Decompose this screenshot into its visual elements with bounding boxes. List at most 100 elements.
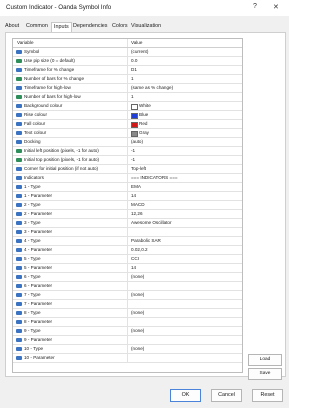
table-row[interactable]: 8 - Parameter: [13, 318, 242, 327]
value-cell[interactable]: (auto): [129, 138, 241, 146]
table-row[interactable]: Number of bars for high-low 1: [13, 93, 242, 102]
table-row[interactable]: 8 - Type (none): [13, 309, 242, 318]
table-row[interactable]: 3 - Parameter: [13, 228, 242, 237]
color-swatch[interactable]: [131, 113, 138, 119]
value-cell[interactable]: [129, 228, 241, 236]
table-row[interactable]: Rise colour Blue: [13, 111, 242, 120]
value-cell[interactable]: === INDICATORS ===: [129, 174, 241, 182]
value-cell[interactable]: Blue: [129, 111, 241, 119]
table-row[interactable]: Indicators === INDICATORS ===: [13, 174, 242, 183]
number-icon: [16, 77, 22, 81]
value-cell[interactable]: 0.0: [129, 57, 241, 65]
abc-icon: [16, 329, 22, 333]
variable-label: Docking: [24, 139, 41, 144]
value-text: White: [139, 103, 151, 108]
value-cell[interactable]: [129, 282, 241, 290]
value-cell[interactable]: [129, 318, 241, 326]
value-cell[interactable]: CCI: [129, 255, 241, 263]
value-text: Parabolic SAR: [131, 238, 161, 243]
color-swatch[interactable]: [131, 104, 138, 110]
value-cell[interactable]: -1: [129, 147, 241, 155]
table-row[interactable]: Corner for initial position (if not auto…: [13, 165, 242, 174]
value-cell[interactable]: (same as % change): [129, 84, 241, 92]
table-row[interactable]: 6 - Parameter: [13, 282, 242, 291]
cancel-button[interactable]: Cancel: [211, 389, 242, 402]
value-cell[interactable]: 14: [129, 192, 241, 200]
value-cell[interactable]: White: [129, 102, 241, 110]
close-button[interactable]: ✕: [273, 3, 279, 11]
table-row[interactable]: 1 - Type EMA: [13, 183, 242, 192]
table-row[interactable]: 10 - Type (none): [13, 345, 242, 354]
table-row[interactable]: Background colour White: [13, 102, 242, 111]
value-cell[interactable]: 12,26: [129, 210, 241, 218]
table-row[interactable]: Initial top position (pixels, -1 for aut…: [13, 156, 242, 165]
table-row[interactable]: Number of bars for % change 1: [13, 75, 242, 84]
table-row[interactable]: Initial left position (pixels, -1 for au…: [13, 147, 242, 156]
value-cell[interactable]: Awesome Oscillator: [129, 219, 241, 227]
table-row[interactable]: Fall colour Red: [13, 120, 242, 129]
table-row[interactable]: 7 - Type (none): [13, 291, 242, 300]
table-row[interactable]: 1 - Parameter 14: [13, 192, 242, 201]
value-cell[interactable]: (none): [129, 291, 241, 299]
table-row[interactable]: Docking (auto): [13, 138, 242, 147]
tab-visualization[interactable]: Visualization: [131, 23, 161, 29]
table-row[interactable]: Symbol (current): [13, 48, 242, 57]
load-button[interactable]: Load: [248, 354, 282, 366]
tab-dependencies[interactable]: Dependencies: [73, 23, 107, 29]
value-cell[interactable]: (current): [129, 48, 241, 56]
value-cell[interactable]: Parabolic SAR: [129, 237, 241, 245]
table-row[interactable]: 3 - Type Awesome Oscillator: [13, 219, 242, 228]
table-row[interactable]: 2 - Type MACD: [13, 201, 242, 210]
table-row[interactable]: 10 - Parameter: [13, 354, 242, 363]
value-cell[interactable]: [129, 354, 241, 362]
value-cell[interactable]: (none): [129, 273, 241, 281]
value-cell[interactable]: Red: [129, 120, 241, 128]
value-cell[interactable]: -1: [129, 156, 241, 164]
save-button[interactable]: Save: [248, 368, 282, 380]
color-swatch[interactable]: [131, 122, 138, 128]
variable-label: 8 - Type: [24, 310, 41, 315]
table-row[interactable]: 9 - Parameter: [13, 336, 242, 345]
value-cell[interactable]: 1: [129, 75, 241, 83]
value-cell[interactable]: EMA: [129, 183, 241, 191]
value-cell[interactable]: (none): [129, 327, 241, 335]
abc-icon: [16, 176, 22, 180]
value-cell[interactable]: MACD: [129, 201, 241, 209]
value-cell[interactable]: [129, 300, 241, 308]
abc-icon: [16, 167, 22, 171]
table-row[interactable]: 4 - Parameter 0.02,0.2: [13, 246, 242, 255]
value-cell[interactable]: Gray: [129, 129, 241, 137]
table-row[interactable]: Timeframe for high-low (same as % change): [13, 84, 242, 93]
variable-cell: Rise colour: [13, 111, 128, 119]
table-row[interactable]: 4 - Type Parabolic SAR: [13, 237, 242, 246]
table-row[interactable]: Text colour Gray: [13, 129, 242, 138]
value-text: (auto): [131, 139, 144, 144]
table-row[interactable]: 5 - Type CCI: [13, 255, 242, 264]
table-row[interactable]: 5 - Parameter 14: [13, 264, 242, 273]
abc-icon: [16, 68, 22, 72]
table-row[interactable]: Timeframe for % change D1: [13, 66, 242, 75]
value-cell[interactable]: [129, 336, 241, 344]
value-cell[interactable]: 14: [129, 264, 241, 272]
tab-about[interactable]: About: [5, 23, 19, 29]
table-row[interactable]: 9 - Type (none): [13, 327, 242, 336]
tab-common[interactable]: Common: [26, 23, 48, 29]
table-row[interactable]: 6 - Type (none): [13, 273, 242, 282]
ok-button[interactable]: OK: [170, 389, 201, 402]
tab-colors[interactable]: Colors: [112, 23, 128, 29]
value-cell[interactable]: Top-left: [129, 165, 241, 173]
help-button[interactable]: ?: [253, 3, 257, 10]
table-row[interactable]: Use pip size (0 = default) 0.0: [13, 57, 242, 66]
value-cell[interactable]: (none): [129, 309, 241, 317]
color-swatch[interactable]: [131, 131, 138, 137]
value-cell[interactable]: D1: [129, 66, 241, 74]
value-cell[interactable]: (none): [129, 345, 241, 353]
number-icon: [16, 59, 22, 63]
table-row[interactable]: 2 - Parameter 12,26: [13, 210, 242, 219]
value-cell[interactable]: 1: [129, 93, 241, 101]
value-cell[interactable]: 0.02,0.2: [129, 246, 241, 254]
abc-icon: [16, 221, 22, 225]
inputs-table[interactable]: Variable Value Symbol (current) Use pip si…: [12, 38, 243, 373]
table-row[interactable]: 7 - Parameter: [13, 300, 242, 309]
reset-button[interactable]: Reset: [252, 389, 283, 402]
